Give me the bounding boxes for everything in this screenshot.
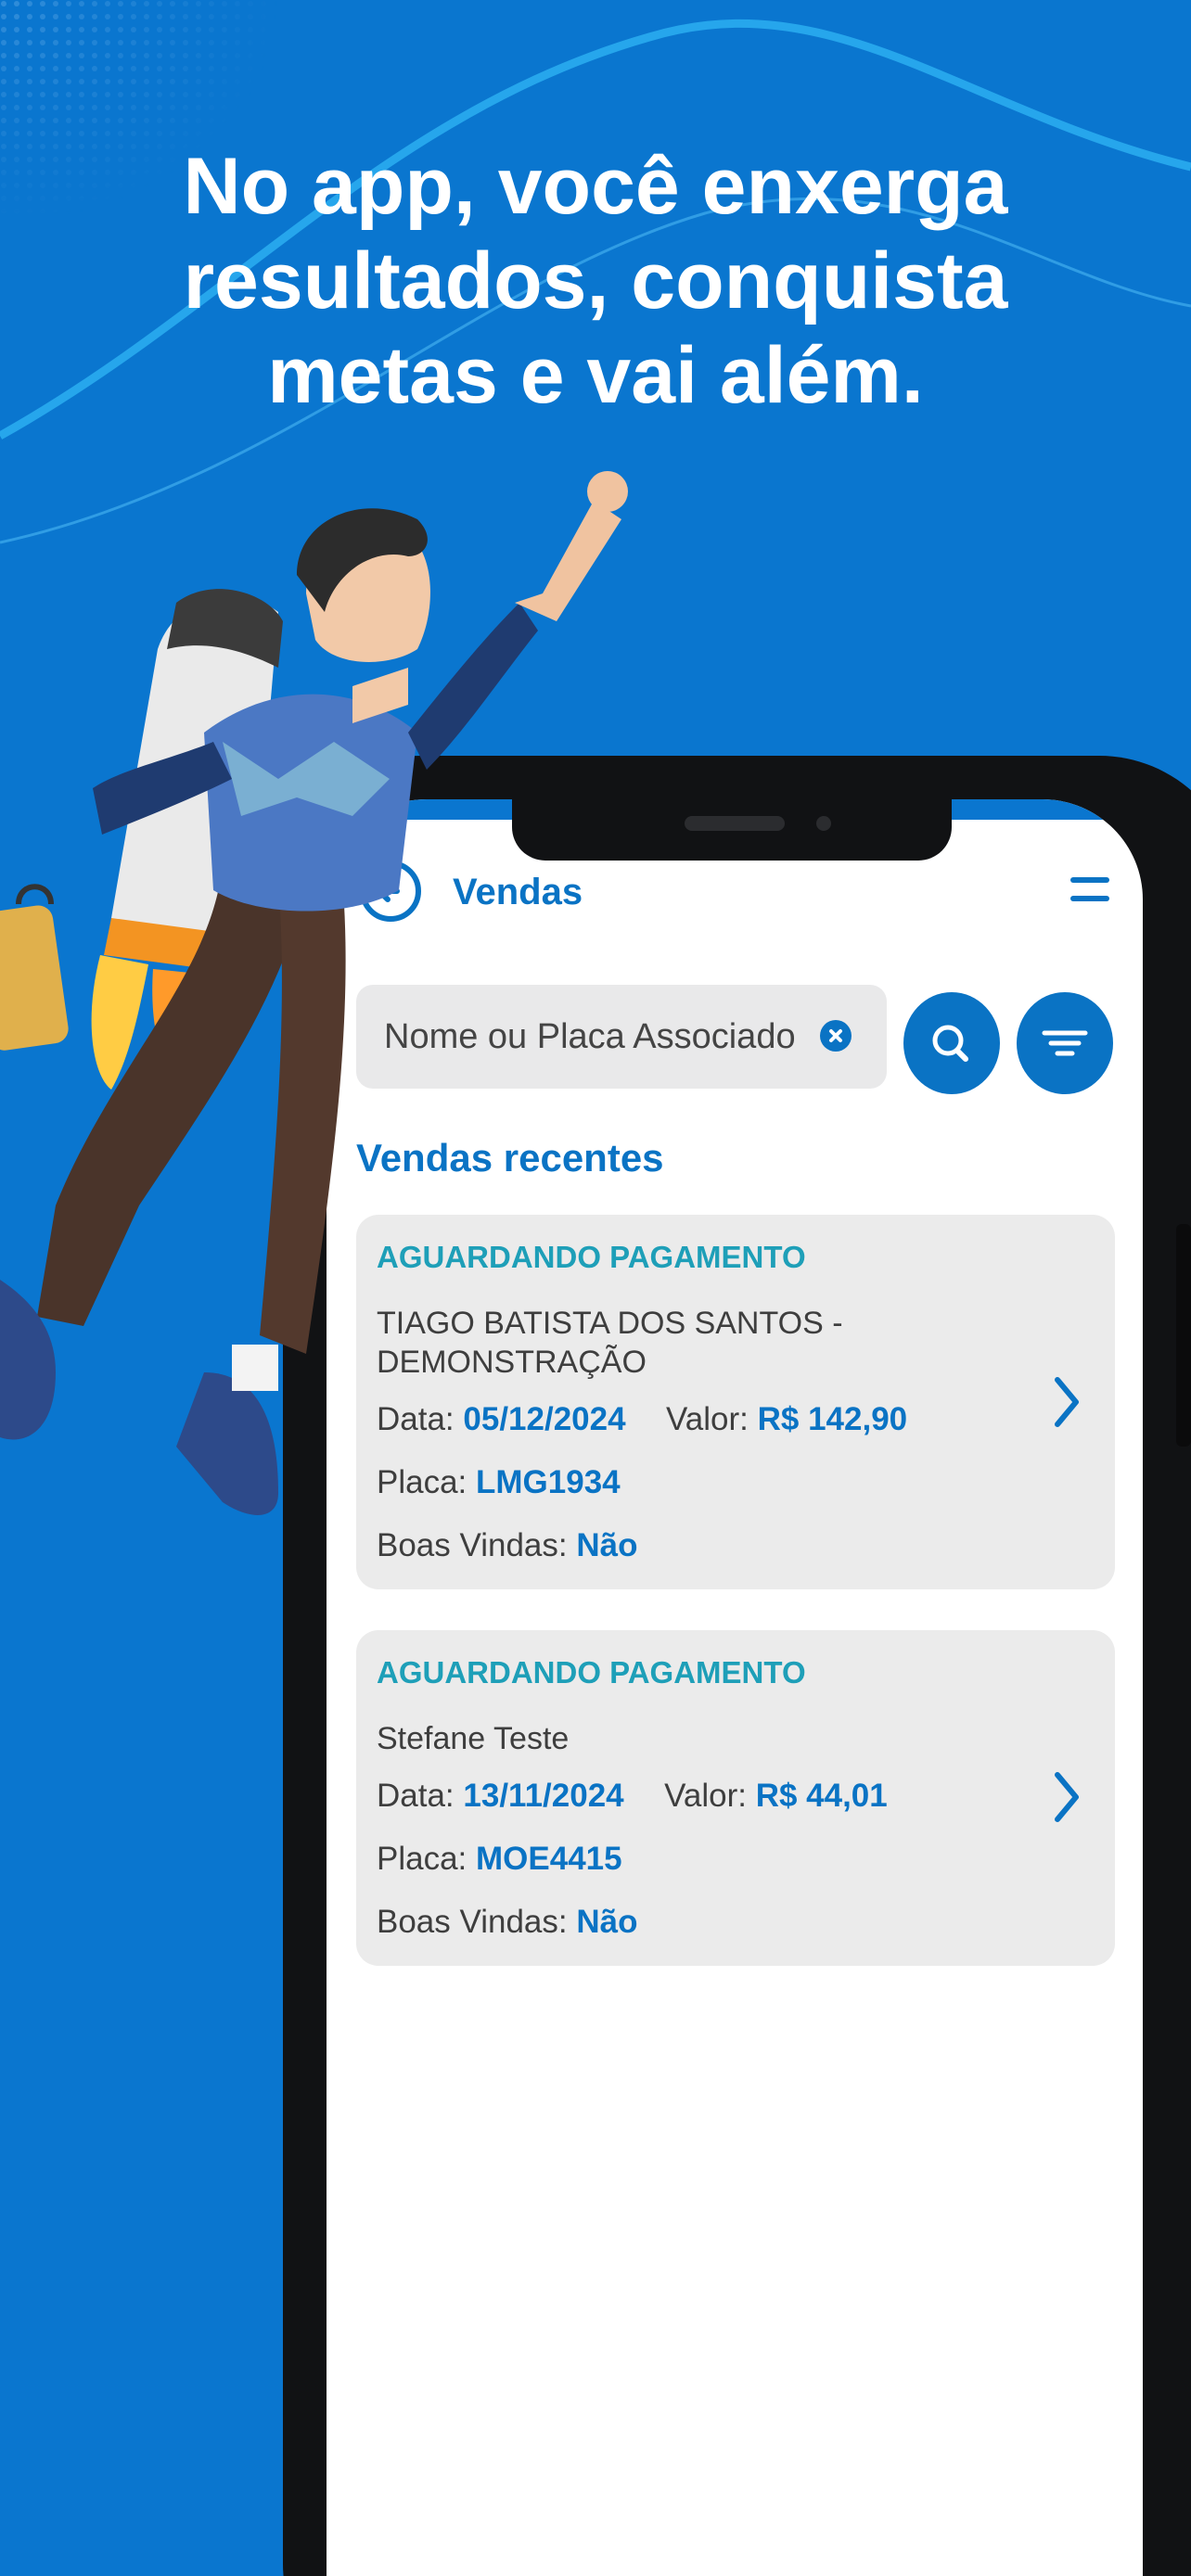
filter-button[interactable] bbox=[1017, 992, 1113, 1094]
date-value: 13/11/2024 bbox=[463, 1778, 624, 1814]
headline-line-1: No app, você enxerga bbox=[183, 142, 1008, 231]
search-icon bbox=[932, 1025, 968, 1062]
chevron-right-icon bbox=[1055, 1377, 1079, 1427]
customer-name: Stefane Teste bbox=[377, 1721, 570, 1756]
jetpack-character-illustration bbox=[0, 471, 628, 1515]
headline-line-3: metas e vai além. bbox=[267, 331, 924, 420]
notch-camera bbox=[816, 816, 831, 831]
price-value: R$ 142,90 bbox=[757, 1401, 908, 1437]
filter-icon bbox=[1042, 1030, 1088, 1056]
welcome-row: Boas Vindas: Não bbox=[377, 1901, 637, 1944]
price-value: R$ 44,01 bbox=[755, 1778, 888, 1814]
date-label: Data: bbox=[377, 1778, 455, 1814]
notch-speaker bbox=[685, 816, 785, 831]
menu-icon bbox=[1070, 877, 1109, 883]
headline: No app, você enxerga resultados, conquis… bbox=[0, 139, 1191, 423]
plate-label: Placa: bbox=[377, 1841, 467, 1877]
headline-line-2: resultados, conquista bbox=[183, 236, 1008, 325]
sale-date-value-row: Data: 13/11/2024 Valor: R$ 44,01 bbox=[377, 1775, 888, 1817]
sale-card[interactable]: AGUARDANDO PAGAMENTO Stefane Teste Data:… bbox=[356, 1630, 1115, 1966]
phone-side-button bbox=[1176, 1224, 1191, 1447]
close-circle-icon bbox=[829, 1029, 842, 1042]
clear-search-button[interactable] bbox=[820, 1020, 852, 1052]
price-label: Valor: bbox=[664, 1778, 747, 1814]
briefcase-icon bbox=[0, 884, 69, 1051]
menu-button[interactable] bbox=[1067, 872, 1113, 909]
status-badge: AGUARDANDO PAGAMENTO bbox=[377, 1655, 806, 1690]
menu-icon-bar bbox=[1070, 896, 1109, 901]
chevron-right-icon bbox=[1055, 1772, 1079, 1822]
plate-value: MOE4415 bbox=[476, 1841, 622, 1877]
welcome-value: Não bbox=[576, 1904, 638, 1940]
app-store-screenshot: No app, você enxerga resultados, conquis… bbox=[0, 0, 1191, 2576]
plate-row: Placa: MOE4415 bbox=[377, 1838, 622, 1881]
welcome-label: Boas Vindas: bbox=[377, 1904, 568, 1940]
search-button[interactable] bbox=[903, 992, 1000, 1094]
price-label: Valor: bbox=[666, 1401, 749, 1437]
